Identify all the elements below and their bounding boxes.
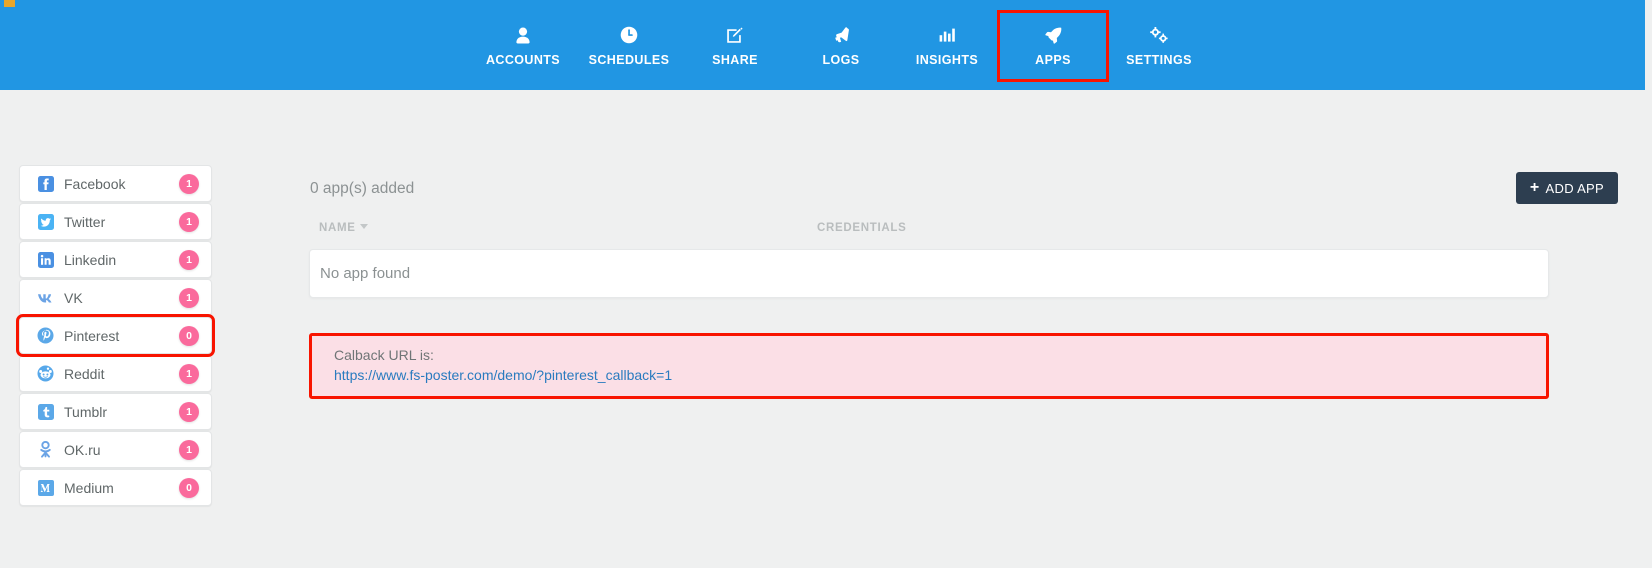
callback-url-label: Calback URL is:: [334, 347, 434, 363]
nav-label: APPS: [1035, 53, 1071, 67]
megaphone-icon: [832, 24, 851, 46]
sidebar-item-linkedin[interactable]: Linkedin 1: [19, 241, 212, 278]
sidebar-item-badge: 1: [179, 401, 199, 422]
facebook-icon: [36, 174, 55, 193]
column-header-credentials: CREDENTIALS: [817, 222, 907, 234]
main-content: 0 app(s) added + ADD APP NAME CREDENTIAL…: [309, 155, 1618, 399]
add-app-label: ADD APP: [1545, 180, 1604, 196]
sidebar-item-label: Twitter: [64, 213, 106, 230]
nav-item-settings[interactable]: SETTINGS: [1106, 13, 1212, 79]
callback-url-panel: Calback URL is: https://www.fs-poster.co…: [309, 333, 1549, 399]
add-app-button[interactable]: + ADD APP: [1515, 172, 1618, 204]
nav-item-accounts[interactable]: ACCOUNTS: [470, 13, 576, 79]
empty-state-text: No app found: [320, 265, 411, 282]
tumblr-icon: [36, 402, 55, 421]
main-nav: ACCOUNTS SCHEDULES SHARE LOGS INSIGHTS A…: [0, 0, 1212, 90]
sidebar-item-label: Facebook: [64, 175, 126, 192]
sidebar-item-label: Tumblr: [64, 403, 108, 420]
sidebar-item-badge: 1: [179, 173, 199, 194]
callback-url-link[interactable]: https://www.fs-poster.com/demo/?pinteres…: [334, 365, 1546, 386]
vk-icon: [36, 288, 55, 307]
pinterest-icon: [36, 326, 55, 345]
sidebar-item-twitter[interactable]: Twitter 1: [19, 203, 212, 240]
nav-label: ACCOUNTS: [485, 53, 561, 67]
nav-label: LOGS: [822, 53, 860, 67]
sidebar-item-facebook[interactable]: Facebook 1: [19, 165, 212, 202]
sidebar-item-badge: 1: [179, 287, 199, 308]
sidebar-item-label: Pinterest: [64, 327, 120, 344]
empty-state-row: No app found: [309, 249, 1549, 298]
column-header-name[interactable]: NAME: [319, 222, 368, 234]
nav-item-insights[interactable]: INSIGHTS: [894, 13, 1000, 79]
nav-item-logs[interactable]: LOGS: [788, 13, 894, 79]
rocket-icon: [1044, 24, 1062, 46]
chevron-down-icon: [359, 224, 368, 229]
sidebar-item-pinterest[interactable]: Pinterest 0: [16, 314, 215, 357]
sidebar-item-label: OK.ru: [64, 441, 101, 458]
gears-icon: [1149, 24, 1169, 46]
sidebar-item-badge: 1: [179, 211, 199, 232]
medium-icon: [36, 478, 55, 497]
column-header-name-label: NAME: [319, 222, 356, 234]
nav-item-apps[interactable]: APPS: [997, 10, 1109, 82]
chart-icon: [939, 24, 956, 46]
sidebar-item-label: VK: [64, 289, 83, 306]
sidebar-item-badge: 0: [179, 325, 199, 346]
sidebar-item-okru[interactable]: OK.ru 1: [19, 431, 212, 468]
nav-label: SHARE: [712, 53, 758, 67]
twitter-icon: [36, 212, 55, 231]
reddit-icon: [36, 364, 55, 383]
sidebar-item-vk[interactable]: VK 1: [19, 279, 212, 316]
sidebar-item-badge: 0: [179, 477, 199, 498]
apps-table-header: NAME CREDENTIALS: [309, 215, 1549, 249]
nav-item-share[interactable]: SHARE: [682, 13, 788, 79]
compose-icon: [726, 24, 744, 46]
apps-count-label: 0 app(s) added: [310, 180, 415, 197]
sidebar-item-label: Medium: [64, 479, 114, 496]
nav-label: INSIGHTS: [915, 53, 979, 67]
top-navigation-bar: ACCOUNTS SCHEDULES SHARE LOGS INSIGHTS A…: [0, 0, 1645, 90]
sidebar-item-label: Linkedin: [64, 251, 117, 268]
sidebar-item-label: Reddit: [64, 365, 105, 382]
linkedin-icon: [36, 250, 55, 269]
sidebar-item-badge: 1: [179, 363, 199, 384]
sidebar-item-reddit[interactable]: Reddit 1: [19, 355, 212, 392]
nav-item-schedules[interactable]: SCHEDULES: [576, 13, 682, 79]
nav-label: SETTINGS: [1126, 53, 1192, 67]
sidebar-item-tumblr[interactable]: Tumblr 1: [19, 393, 212, 430]
main-header: 0 app(s) added + ADD APP: [309, 155, 1618, 215]
clock-icon: [620, 24, 638, 46]
nav-label: SCHEDULES: [588, 53, 670, 67]
sidebar-item-badge: 1: [179, 439, 199, 460]
user-icon: [515, 24, 531, 46]
sidebar-item-badge: 1: [179, 249, 199, 270]
sidebar-item-medium[interactable]: Medium 0: [19, 469, 212, 506]
social-network-sidebar: Facebook 1 Twitter 1 Linkedin 1 VK 1 Pin…: [16, 165, 215, 507]
okru-icon: [36, 440, 55, 459]
plus-icon: +: [1529, 179, 1540, 196]
